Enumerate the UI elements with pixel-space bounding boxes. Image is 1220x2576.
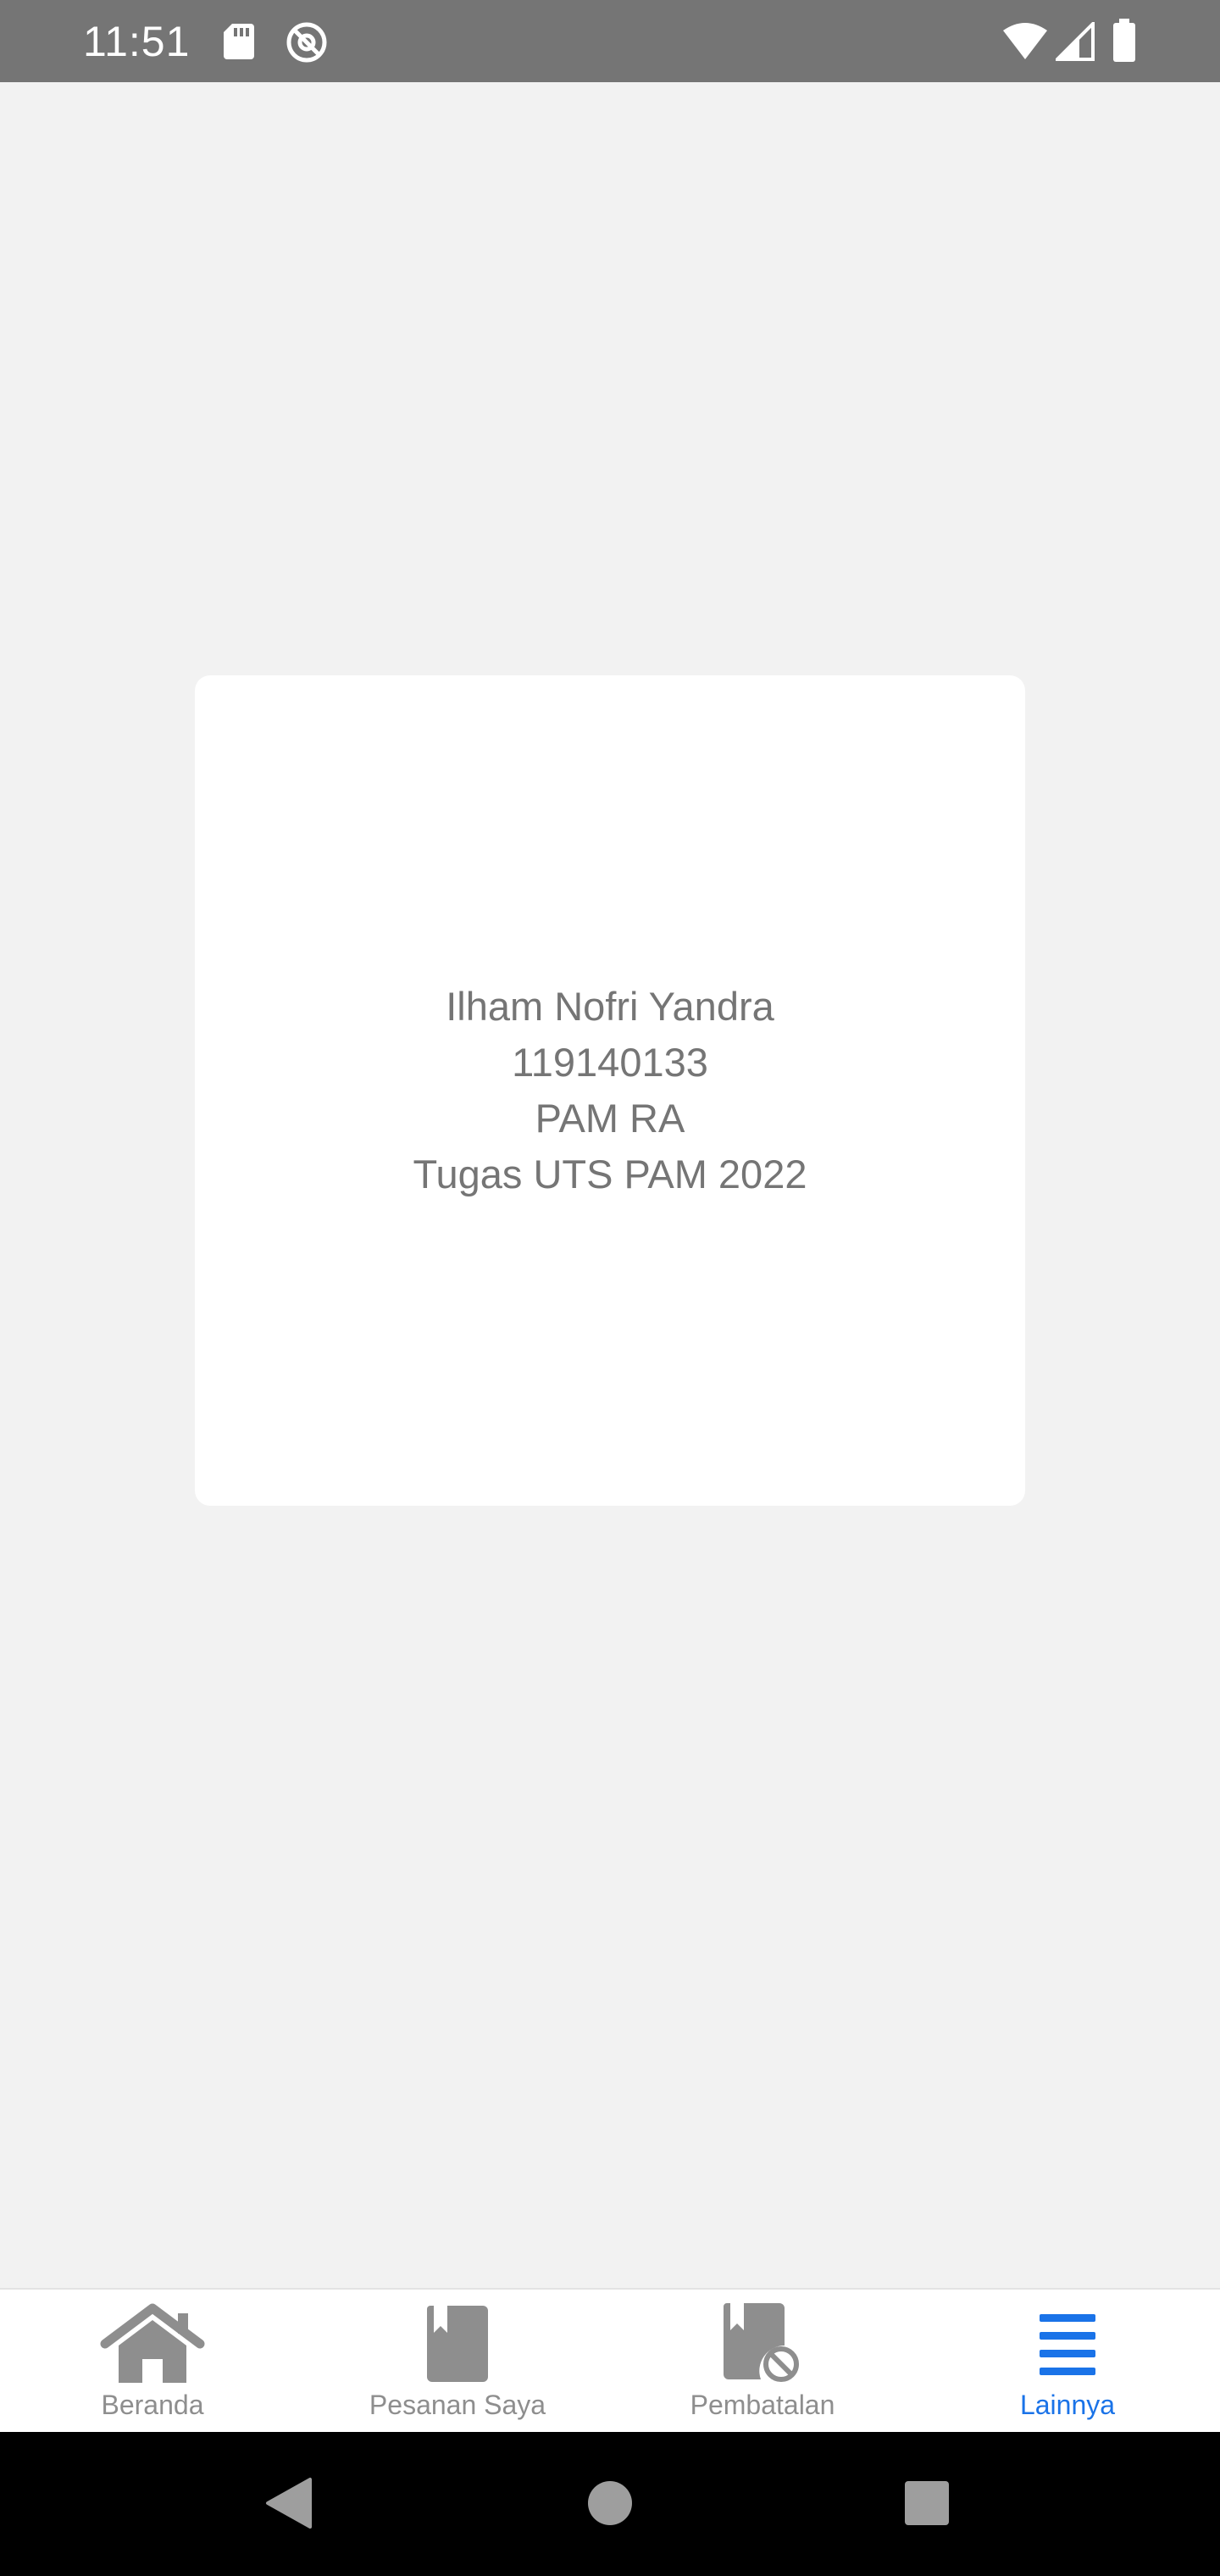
student-id: 119140133 — [512, 1040, 708, 1085]
signal-icon — [1053, 19, 1095, 65]
sd-card-icon — [222, 22, 256, 65]
student-name: Ilham Nofri Yandra — [446, 984, 774, 1029]
menu-icon — [1038, 2301, 1097, 2386]
tab-label-pembatalan: Pembatalan — [690, 2390, 835, 2420]
tab-label-beranda: Beranda — [101, 2390, 204, 2420]
tab-beranda[interactable]: Beranda — [0, 2290, 305, 2434]
wifi-icon — [1001, 22, 1049, 65]
tab-pembatalan[interactable]: Pembatalan — [610, 2290, 915, 2434]
tab-pesanan-saya[interactable]: Pesanan Saya — [305, 2290, 610, 2434]
status-time: 11:51 — [83, 18, 191, 65]
assignment-title: Tugas UTS PAM 2022 — [413, 1152, 807, 1196]
system-nav-bar — [0, 2432, 1220, 2576]
recents-icon[interactable] — [905, 2481, 949, 2529]
info-card: Ilham Nofri Yandra 119140133 PAM RA Tuga… — [195, 675, 1025, 1506]
tab-label-pesanan-saya: Pesanan Saya — [369, 2390, 546, 2420]
home-icon — [100, 2301, 205, 2386]
bookmark-icon — [425, 2301, 490, 2386]
course-class: PAM RA — [535, 1096, 685, 1141]
bookmark-cancel-icon — [722, 2301, 803, 2386]
tab-label-lainnya: Lainnya — [1019, 2390, 1116, 2420]
battery-icon — [1112, 19, 1137, 67]
no-disturb-icon — [285, 20, 329, 69]
status-bar: 11:51 — [0, 0, 1220, 82]
tab-lainnya[interactable]: Lainnya — [915, 2290, 1220, 2434]
home-circle-icon[interactable] — [586, 2479, 634, 2531]
back-icon[interactable] — [264, 2476, 313, 2534]
main-content: Ilham Nofri Yandra 119140133 PAM RA Tuga… — [0, 82, 1220, 2288]
bottom-tab-bar: Beranda Pesanan Saya Pembatalan Lainnya — [0, 2288, 1220, 2432]
